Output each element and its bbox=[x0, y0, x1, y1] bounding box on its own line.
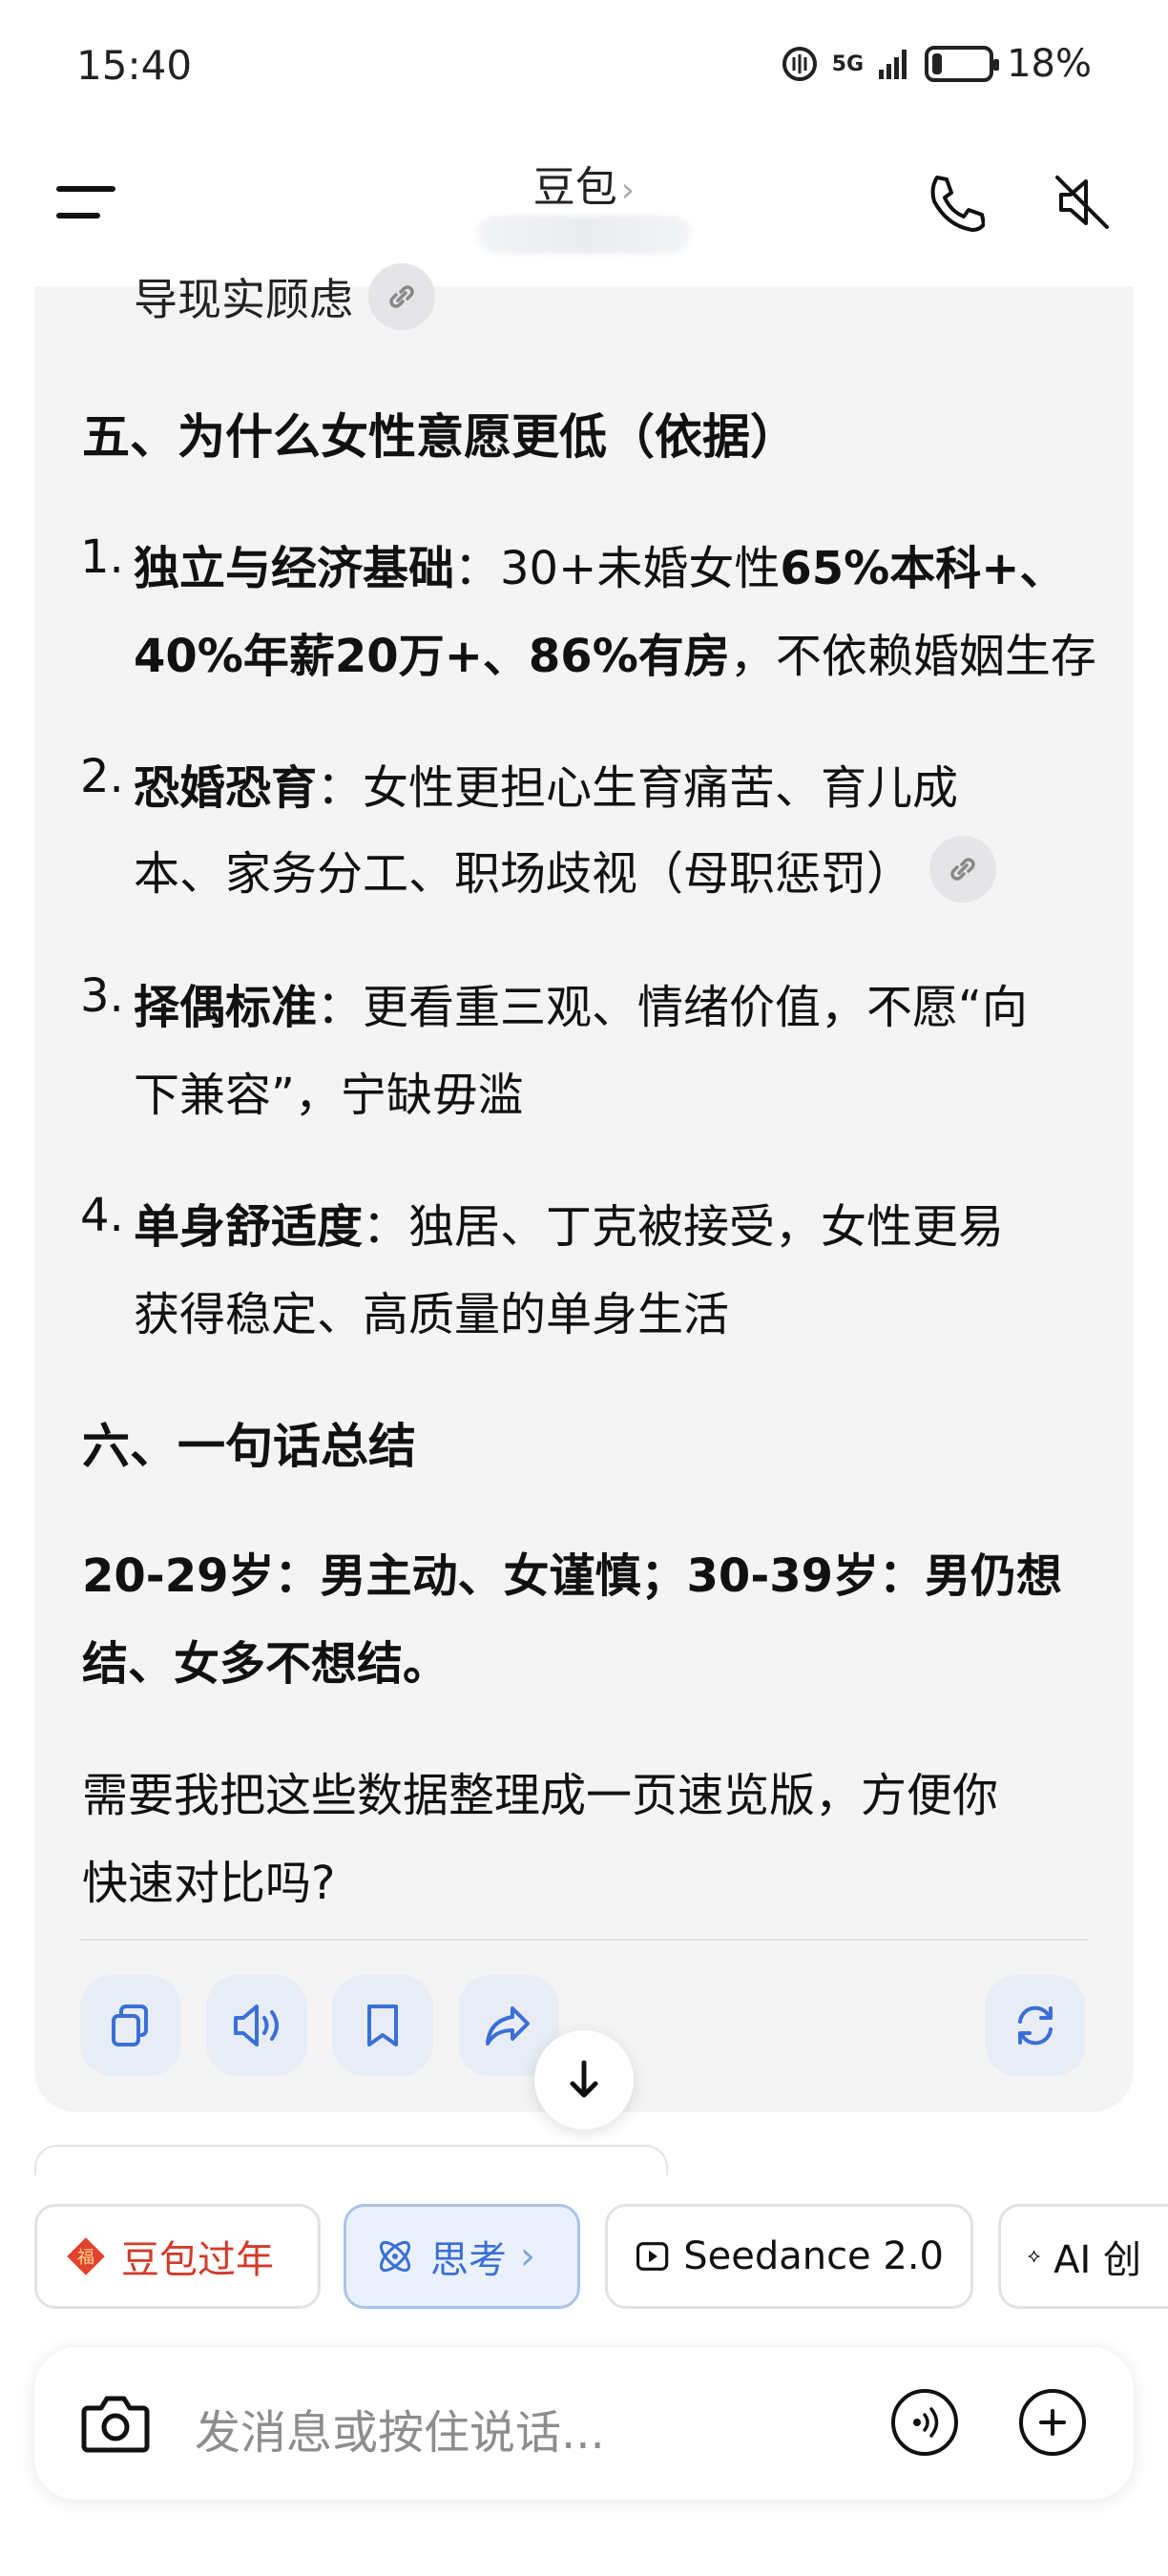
regenerate-icon bbox=[1018, 2005, 1053, 2046]
divider bbox=[80, 1939, 1088, 1941]
next-message-edge bbox=[34, 2145, 668, 2175]
link-icon bbox=[950, 858, 975, 881]
message-input[interactable]: 发消息或按住说话... bbox=[195, 2395, 605, 2462]
followup-question-line-1: 需要我把这些数据整理成一页速览版，方便你 bbox=[82, 1769, 999, 1822]
svg-text:福: 福 bbox=[77, 2248, 94, 2268]
subtitle-blurred bbox=[477, 216, 691, 254]
section-heading-5: 五、为什么女性意愿更低（依据） bbox=[82, 409, 798, 465]
list-item-text: 本、家务分工、职场歧视（母职惩罚） bbox=[134, 847, 913, 901]
share-icon bbox=[486, 2006, 530, 2046]
chip-think[interactable]: 思考 › bbox=[344, 2204, 580, 2309]
list-item-text: ：30+未婚女性 bbox=[454, 542, 781, 595]
list-item-4-line1: 单身舒适度：独居、丁克被接受，女性更易 bbox=[134, 1189, 1004, 1256]
chevron-right-icon: › bbox=[520, 2234, 535, 2278]
list-number: 1. bbox=[80, 530, 124, 584]
battery-icon bbox=[925, 46, 1000, 82]
voice-wave-icon bbox=[913, 2407, 939, 2438]
summary-line-1: 20-29岁：男主动、女谨慎；30-39岁：男仍想 bbox=[82, 1549, 1063, 1603]
atom-icon bbox=[379, 2240, 411, 2273]
chip-label: 思考 bbox=[430, 2238, 507, 2282]
chevron-right-icon: › bbox=[620, 171, 636, 210]
list-item-title: 独立与经济基础 bbox=[134, 542, 455, 595]
list-item-1-line2: 40%年薪20万+、86%有房，不依赖婚姻生存 bbox=[134, 618, 1096, 685]
fu-icon: 福 bbox=[67, 2237, 105, 2275]
list-item-highlight: 65%本科+、 bbox=[780, 542, 1066, 595]
chip-label: 豆包过年 bbox=[121, 2238, 274, 2282]
list-item-4-line2: 获得稳定、高质量的单身生活 bbox=[134, 1288, 730, 1341]
chip-label: Seedance 2.0 bbox=[683, 2234, 944, 2278]
plus-icon bbox=[1039, 2409, 1066, 2436]
status-time: 15:40 bbox=[76, 42, 193, 89]
play-icon bbox=[636, 2242, 669, 2271]
list-number: 3. bbox=[80, 969, 124, 1023]
list-item-title: 恐婚恐育 bbox=[134, 761, 318, 815]
list-item-3-line1: 择偶标准：更看重三观、情绪价值，不愿“向 bbox=[134, 969, 1028, 1036]
list-item-text: ：女性更担心生育痛苦、育儿成 bbox=[317, 761, 959, 815]
sparkle-icon bbox=[1028, 2250, 1040, 2263]
list-item-1-line1: 独立与经济基础：30+未婚女性65%本科+、 bbox=[134, 530, 1065, 597]
chip-seedance[interactable]: Seedance 2.0 bbox=[605, 2204, 973, 2309]
chip-ai-create[interactable]: AI 创 bbox=[998, 2204, 1168, 2309]
speaker-icon bbox=[234, 2005, 279, 2046]
list-item-2-line1: 恐婚恐育：女性更担心生育痛苦、育儿成 bbox=[134, 750, 958, 817]
scroll-to-bottom-button[interactable] bbox=[534, 2030, 634, 2129]
copy-button[interactable] bbox=[80, 1975, 181, 2076]
summary-line-2: 结、女多不想结。 bbox=[82, 1637, 449, 1691]
battery-percent: 18% bbox=[1007, 42, 1092, 86]
signal-icon bbox=[879, 50, 907, 79]
clipped-list-line: 导现实顾虑 bbox=[134, 263, 435, 330]
section-heading-6: 六、一句话总结 bbox=[82, 1419, 416, 1474]
link-icon bbox=[389, 285, 414, 308]
followup-question-line-2: 快速对比吗? bbox=[82, 1857, 336, 1910]
chip-doubao-newyear[interactable]: 福 豆包过年 bbox=[34, 2204, 321, 2309]
link-reference-button[interactable] bbox=[929, 836, 997, 903]
list-number: 2. bbox=[80, 750, 124, 803]
list-item-text: ：更看重三观、情绪价值，不愿“向 bbox=[317, 981, 1028, 1034]
chip-label: AI 创 bbox=[1053, 2238, 1141, 2282]
title-text: 豆包 bbox=[532, 163, 617, 212]
read-aloud-button[interactable] bbox=[206, 1975, 307, 2076]
list-item-2-line2: 本、家务分工、职场歧视（母职惩罚） bbox=[134, 836, 997, 903]
clipped-text: 导现实顾虑 bbox=[134, 274, 353, 325]
battery-level bbox=[932, 53, 943, 74]
list-item-title: 择偶标准 bbox=[134, 981, 318, 1034]
add-attachment-button[interactable] bbox=[1019, 2389, 1086, 2456]
list-item-text: ：独居、丁克被接受，女性更易 bbox=[363, 1200, 1005, 1254]
list-item-3-line2: 下兼容”，宁缺毋滥 bbox=[134, 1069, 524, 1122]
camera-icon[interactable] bbox=[80, 2391, 151, 2456]
list-item-text: ，不依赖婚姻生存 bbox=[729, 630, 1096, 683]
list-item-title: 单身舒适度 bbox=[134, 1200, 364, 1254]
copy-icon bbox=[112, 2005, 148, 2046]
bookmark-button[interactable] bbox=[332, 1975, 433, 2076]
link-reference-button[interactable] bbox=[368, 263, 435, 330]
bookmark-icon bbox=[367, 2005, 398, 2046]
regenerate-button[interactable] bbox=[985, 1975, 1086, 2076]
network-label: 5G bbox=[831, 52, 865, 76]
voice-call-button[interactable] bbox=[891, 2389, 958, 2456]
nfc-icon bbox=[782, 47, 817, 81]
status-indicators: 5G 18% bbox=[781, 42, 1092, 86]
phone-icon[interactable] bbox=[924, 172, 985, 233]
list-number: 4. bbox=[80, 1189, 124, 1242]
list-item-highlight: 40%年薪20万+、86%有房 bbox=[134, 630, 730, 683]
page-title[interactable]: 豆包 › bbox=[0, 153, 1168, 214]
speaker-muted-icon[interactable] bbox=[1052, 172, 1113, 233]
arrow-down-icon bbox=[570, 2060, 598, 2098]
